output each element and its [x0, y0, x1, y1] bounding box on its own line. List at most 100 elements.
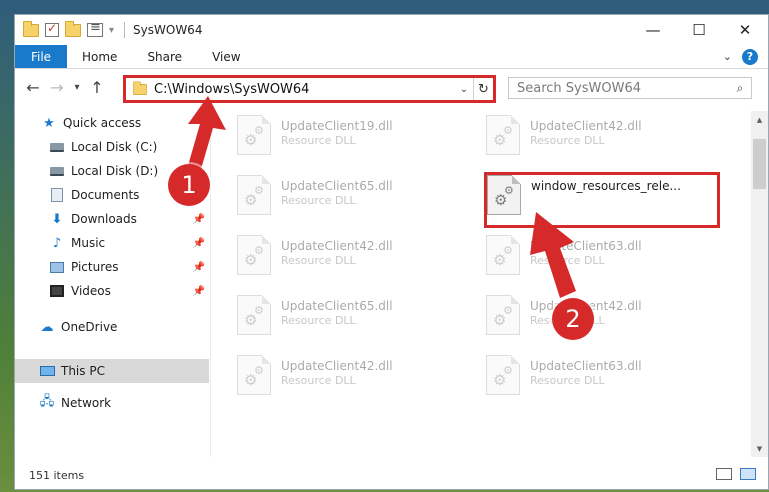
file-item[interactable]: ⚙ ⚙ UpdateClient19.dll Resource DLL — [237, 115, 467, 165]
file-item[interactable]: ⚙⚙ UpdateClient42.dll Resource DLL — [486, 295, 716, 345]
pin-icon[interactable]: 📌 — [193, 262, 205, 273]
file-name: UpdateClient42.dll — [281, 359, 393, 373]
file-type: Resource DLL — [281, 134, 356, 147]
file-item[interactable]: ⚙⚙ UpdateClient42.dll Resource DLL — [237, 235, 467, 285]
sidebar-item-label: Videos — [71, 284, 111, 298]
close-button[interactable]: ✕ — [722, 15, 768, 45]
file-item[interactable]: ⚙⚙ UpdateClient42.dll Resource DLL — [486, 115, 716, 165]
sidebar-item-videos[interactable]: Videos 📌 — [15, 279, 209, 303]
step-marker-2: 2 — [552, 298, 594, 340]
dll-file-icon: ⚙ ⚙ — [486, 235, 520, 275]
address-dropdown-chevron-icon[interactable]: ⌄ — [455, 84, 473, 95]
search-input[interactable]: Search SysWOW64 — [517, 81, 729, 96]
dll-file-icon: ⚙ ⚙ — [237, 295, 271, 335]
properties-check-icon[interactable] — [45, 21, 59, 37]
scroll-up-arrow-icon[interactable]: ▲ — [751, 111, 768, 128]
download-icon: ⬇ — [51, 211, 63, 227]
sidebar-item-pictures[interactable]: Pictures 📌 — [15, 255, 209, 279]
sidebar-item-downloads[interactable]: ⬇ Downloads 📌 — [15, 207, 209, 231]
file-name: UpdateClient65.dll — [281, 299, 393, 313]
file-item[interactable]: ⚙ ⚙ UpdateClient63.dll Resource DLL — [486, 355, 716, 405]
sidebar-item-label: Pictures — [71, 260, 119, 274]
help-icon[interactable]: ? — [742, 48, 758, 65]
documents-icon — [49, 188, 65, 202]
sidebar-item-label: Music — [71, 236, 106, 250]
folder-icon — [23, 20, 39, 37]
dll-file-icon: ⚙ ⚙ — [237, 115, 271, 155]
file-type: Resource DLL — [281, 254, 356, 267]
sidebar-item-label: Local Disk (C:) — [71, 140, 158, 154]
file-item[interactable]: ⚙⚙ UpdateClient42.dll Resource DLL — [237, 355, 467, 405]
file-name: UpdateClient42.dll — [530, 119, 642, 133]
file-type: Resource DLL — [281, 314, 356, 327]
sidebar-item-label: Local Disk (D:) — [71, 164, 159, 178]
pin-icon[interactable]: 📌 — [193, 238, 205, 249]
tab-share[interactable]: Share — [132, 45, 197, 68]
dll-file-icon: ⚙ ⚙ — [237, 235, 271, 275]
file-item[interactable]: ⚙ ⚙ UpdateClient65.dll Resource DLL — [237, 175, 467, 225]
sidebar-item-local-disk-c[interactable]: Local Disk (C:) — [15, 135, 209, 159]
sidebar-item-label: OneDrive — [61, 320, 118, 334]
pin-icon[interactable]: 📌 — [193, 286, 205, 297]
videos-icon — [49, 284, 65, 298]
status-bar: 151 items — [15, 463, 768, 487]
file-explorer-window: ▾ SysWOW64 — ☐ ✕ File Home Share View ⌄ … — [14, 14, 769, 490]
minimize-button[interactable]: — — [630, 15, 676, 45]
file-type: Resource DLL — [530, 254, 605, 267]
sidebar-item-onedrive[interactable]: ☁ OneDrive — [15, 315, 209, 339]
refresh-icon[interactable]: ↻ — [473, 78, 493, 100]
sidebar-item-this-pc[interactable]: This PC — [15, 359, 209, 383]
ribbon-right-controls: ⌄ ? — [723, 45, 768, 68]
sidebar-item-label: Network — [61, 396, 112, 410]
dll-file-icon: ⚙ ⚙ — [237, 175, 271, 215]
sidebar-item-label: Quick access — [63, 116, 142, 130]
tab-view[interactable]: View — [197, 45, 255, 68]
details-view-icon[interactable] — [716, 468, 732, 480]
quick-access-toolbar: ▾ — [15, 20, 114, 37]
drive-icon — [49, 140, 65, 154]
dll-file-icon: ⚙ ⚙ — [486, 115, 520, 155]
pictures-icon — [49, 260, 65, 274]
item-count: 151 items — [29, 468, 85, 482]
this-pc-icon — [39, 364, 55, 378]
properties-icon[interactable] — [87, 20, 103, 37]
back-arrow-icon[interactable]: ← — [21, 78, 45, 97]
sidebar-item-quick-access[interactable]: ★ Quick access — [15, 111, 209, 135]
maximize-button[interactable]: ☐ — [676, 15, 722, 45]
address-bar[interactable]: C:\Windows\SysWOW64 ⌄ ↻ — [123, 75, 496, 103]
up-arrow-icon[interactable]: ↑ — [85, 78, 109, 97]
pin-icon[interactable]: 📌 — [193, 214, 205, 225]
search-icon[interactable]: ⌕ — [729, 81, 751, 96]
pane-divider — [210, 111, 211, 457]
vertical-scrollbar[interactable]: ▲ ▼ — [751, 111, 768, 457]
navigation-row: ← → ▾ ↑ C:\Windows\SysWOW64 ⌄ ↻ Search S… — [15, 69, 768, 105]
file-item[interactable]: ⚙ ⚙ UpdateClient63.dll Resource DLL — [486, 235, 716, 285]
highlight-box — [484, 172, 720, 228]
address-path[interactable]: C:\Windows\SysWOW64 — [154, 82, 455, 97]
forward-arrow-icon[interactable]: → — [45, 78, 69, 97]
sidebar-item-music[interactable]: ♪ Music 📌 — [15, 231, 209, 255]
new-folder-icon[interactable] — [65, 20, 81, 37]
customize-toolbar-chevron-icon[interactable]: ▾ — [109, 25, 114, 36]
file-name: UpdateClient65.dll — [281, 179, 393, 193]
large-icons-view-icon[interactable] — [740, 468, 756, 480]
onedrive-icon: ☁ — [40, 319, 54, 335]
sidebar-item-network[interactable]: 🖧 Network — [15, 391, 209, 415]
file-item[interactable]: ⚙ ⚙ UpdateClient65.dll Resource DLL — [237, 295, 467, 345]
scroll-down-arrow-icon[interactable]: ▼ — [751, 440, 768, 457]
file-type: Resource DLL — [530, 374, 605, 387]
scrollbar-thumb[interactable] — [753, 139, 766, 189]
drive-icon — [49, 164, 65, 178]
file-name: UpdateClient42.dll — [281, 239, 393, 253]
tab-file[interactable]: File — [15, 45, 67, 68]
dll-file-icon: ⚙ ⚙ — [486, 355, 520, 395]
file-type: Resource DLL — [281, 194, 356, 207]
tab-home[interactable]: Home — [67, 45, 132, 68]
recent-locations-chevron-icon[interactable]: ▾ — [69, 82, 85, 93]
search-box[interactable]: Search SysWOW64 ⌕ — [508, 77, 752, 99]
file-type: Resource DLL — [530, 134, 605, 147]
expand-ribbon-chevron-icon[interactable]: ⌄ — [723, 50, 732, 63]
music-icon: ♪ — [52, 235, 62, 251]
ribbon-tabs: File Home Share View ⌄ ? — [15, 45, 768, 69]
sidebar-item-label: This PC — [61, 364, 105, 378]
